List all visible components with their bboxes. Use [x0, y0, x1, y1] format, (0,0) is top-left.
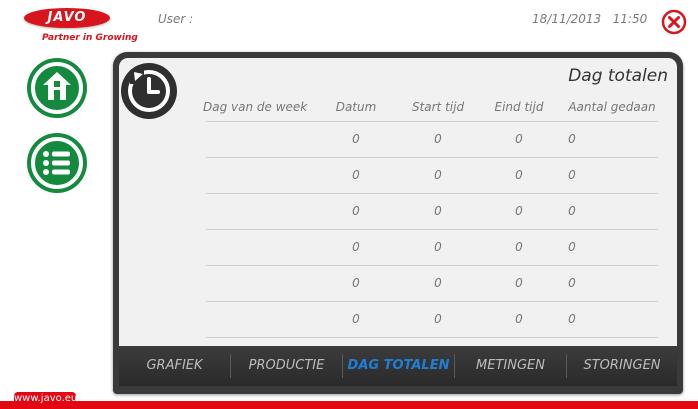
- tab-storingen[interactable]: STORINGEN: [567, 346, 677, 386]
- list-icon: [27, 133, 87, 193]
- logo-brand: JAVO: [24, 8, 110, 28]
- cell-count: 0: [568, 204, 576, 218]
- cell-count: 0: [568, 132, 576, 146]
- cell-count: 0: [568, 276, 576, 290]
- tab-grafiek[interactable]: GRAFIEK: [119, 346, 230, 386]
- column-header-day: Dag van de week: [203, 100, 308, 114]
- user-label: User :: [158, 12, 194, 26]
- reset-clock-badge: [120, 62, 178, 120]
- current-date: 18/11/2013: [532, 12, 602, 26]
- footer-url-link[interactable]: www.javo.eu: [14, 392, 77, 405]
- close-button[interactable]: [661, 9, 687, 35]
- cell-end: 0: [515, 276, 523, 290]
- cell-start: 0: [434, 240, 442, 254]
- cell-start: 0: [434, 132, 442, 146]
- cell-start: 0: [434, 276, 442, 290]
- column-header-end: Eind tijd: [494, 100, 544, 114]
- column-header-count: Aantal gedaan: [568, 100, 656, 114]
- cell-count: 0: [568, 168, 576, 182]
- reset-clock-icon: [121, 63, 177, 119]
- row-divider: [206, 301, 658, 302]
- tab-bar: GRAFIEK PRODUCTIE DAG TOTALEN METINGEN S…: [119, 346, 677, 386]
- cell-end: 0: [515, 204, 523, 218]
- home-button[interactable]: [26, 57, 88, 119]
- list-button[interactable]: [26, 132, 88, 194]
- cell-date: 0: [352, 204, 360, 218]
- cell-start: 0: [434, 204, 442, 218]
- column-header-start: Start tijd: [411, 100, 465, 114]
- cell-end: 0: [515, 312, 523, 326]
- column-header-date: Datum: [335, 100, 377, 114]
- row-divider: [206, 337, 658, 338]
- tab-metingen[interactable]: METINGEN: [455, 346, 566, 386]
- row-divider: [206, 229, 658, 230]
- panel-title: Dag totalen: [568, 66, 668, 86]
- logo-tagline: Partner in Growing: [42, 33, 138, 43]
- table-divider: [206, 121, 658, 122]
- cell-date: 0: [352, 168, 360, 182]
- cell-start: 0: [434, 312, 442, 326]
- row-divider: [206, 265, 658, 266]
- javo-logo: JAVO Partner in Growing: [12, 6, 138, 46]
- tab-dag-totalen[interactable]: DAG TOTALEN: [343, 346, 454, 386]
- cell-count: 0: [568, 312, 576, 326]
- cell-count: 0: [568, 240, 576, 254]
- cell-end: 0: [515, 132, 523, 146]
- cell-end: 0: [515, 168, 523, 182]
- footer-bar: [0, 401, 698, 409]
- current-time: 11:50: [612, 12, 648, 26]
- cell-date: 0: [352, 312, 360, 326]
- cell-start: 0: [434, 168, 442, 182]
- row-divider: [206, 193, 658, 194]
- home-icon: [27, 58, 87, 118]
- cell-end: 0: [515, 240, 523, 254]
- date-time: 18/11/2013 11:50: [532, 12, 647, 26]
- close-icon: [661, 9, 687, 35]
- cell-date: 0: [352, 240, 360, 254]
- row-divider: [206, 157, 658, 158]
- cell-date: 0: [352, 276, 360, 290]
- tab-productie[interactable]: PRODUCTIE: [231, 346, 342, 386]
- cell-date: 0: [352, 132, 360, 146]
